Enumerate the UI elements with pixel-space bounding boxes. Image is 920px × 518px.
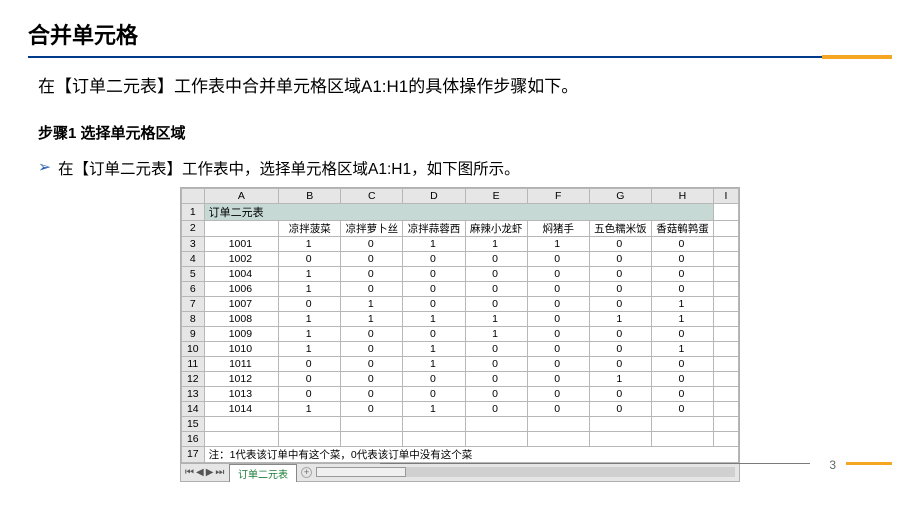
step-heading: 步骤1 选择单元格区域 bbox=[38, 122, 892, 143]
sheet-tab-active[interactable]: 订单二元表 bbox=[229, 464, 297, 482]
sheet-nav-buttons[interactable]: ⏮ ◀ ▶ ⏭ bbox=[181, 467, 227, 478]
table-row: 15 bbox=[182, 416, 739, 431]
table-row: 17注：1代表该订单中有这个菜，0代表该订单中没有这个菜 bbox=[182, 446, 739, 462]
nav-prev-icon[interactable]: ◀ bbox=[196, 467, 204, 478]
table-row: 1110110010000 bbox=[182, 356, 739, 371]
table-row: 810081111011 bbox=[182, 311, 739, 326]
table-row: 1订单二元表 bbox=[182, 203, 739, 220]
page-number: 3 bbox=[829, 458, 836, 472]
table-row: 510041000000 bbox=[182, 266, 739, 281]
excel-grid: A B C D E F G H I 1订单二元表2凉拌菠菜凉拌萝卜丝凉拌蒜蓉西麻… bbox=[181, 188, 739, 463]
sheet-tab-bar: ⏮ ◀ ▶ ⏭ 订单二元表 + bbox=[181, 463, 739, 481]
table-row: 610061000000 bbox=[182, 281, 739, 296]
table-row: 910091001000 bbox=[182, 326, 739, 341]
table-row: 2凉拌菠菜凉拌萝卜丝凉拌蒜蓉西麻辣小龙虾焖猪手五色糯米饭香菇鹌鹑蛋 bbox=[182, 220, 739, 236]
table-row: 1410141010000 bbox=[182, 401, 739, 416]
table-row: 410020000000 bbox=[182, 251, 739, 266]
table-row: 1310130000000 bbox=[182, 386, 739, 401]
footer-accent bbox=[846, 462, 892, 465]
bullet-text: 在【订单二元表】工作表中，选择单元格区域A1:H1，如下图所示。 bbox=[58, 157, 892, 179]
table-row: 16 bbox=[182, 431, 739, 446]
horizontal-scrollbar[interactable] bbox=[316, 467, 735, 477]
table-row: 1010101010001 bbox=[182, 341, 739, 356]
nav-next-icon[interactable]: ▶ bbox=[206, 467, 214, 478]
table-row: 310011011100 bbox=[182, 236, 739, 251]
excel-screenshot: A B C D E F G H I 1订单二元表2凉拌菠菜凉拌萝卜丝凉拌蒜蓉西麻… bbox=[180, 187, 740, 482]
add-sheet-icon[interactable]: + bbox=[301, 467, 312, 478]
table-row: 1210120000010 bbox=[182, 371, 739, 386]
footer-divider bbox=[380, 463, 810, 464]
slide-title: 合并单元格 bbox=[28, 18, 892, 50]
nav-last-icon[interactable]: ⏭ bbox=[215, 467, 224, 478]
column-header-row: A B C D E F G H I bbox=[182, 188, 739, 203]
nav-first-icon[interactable]: ⏮ bbox=[185, 467, 194, 478]
title-underline bbox=[28, 56, 892, 58]
table-row: 710070100001 bbox=[182, 296, 739, 311]
intro-paragraph: 在【订单二元表】工作表中合并单元格区域A1:H1的具体操作步骤如下。 bbox=[38, 74, 892, 100]
